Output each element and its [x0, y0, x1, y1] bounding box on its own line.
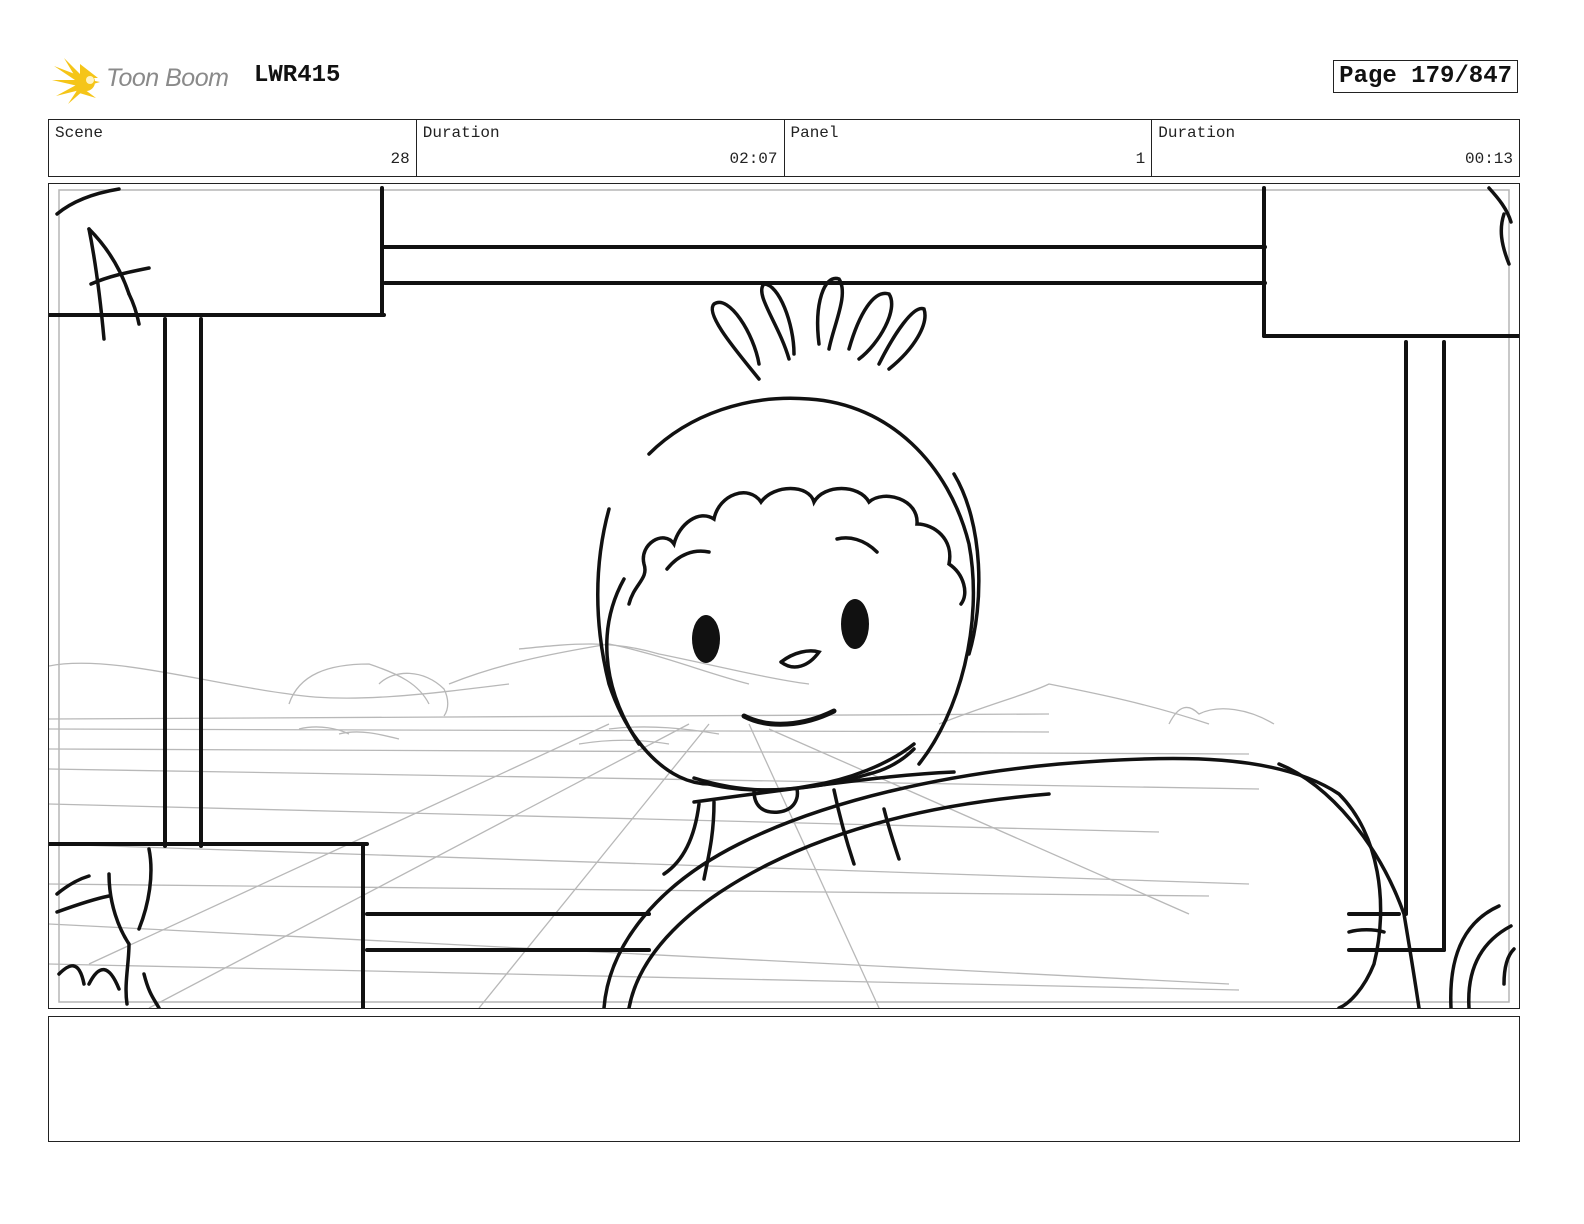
scene-cell: Scene 28: [49, 120, 417, 176]
brand-name: Toon Boom: [106, 64, 229, 92]
window-frame-architecture: [49, 186, 1519, 1008]
safe-frame: [58, 189, 1510, 1003]
panel-duration-cell: Duration 00:13: [1152, 120, 1519, 176]
panel-duration-label: Duration: [1158, 124, 1236, 142]
panel-label: Panel: [790, 124, 839, 142]
scene-duration-label: Duration: [422, 124, 500, 142]
starburst-logo-icon: [52, 58, 100, 104]
scene-value: 28: [390, 150, 410, 168]
character-eyes: [692, 599, 869, 663]
scene-label: Scene: [55, 124, 104, 142]
panel-sketch: [49, 186, 1519, 1008]
storyboard-panel: [48, 183, 1520, 1009]
panel-duration-value: 00:13: [1464, 150, 1513, 168]
panel-value: 1: [1135, 150, 1146, 168]
panel-notes-box: [48, 1016, 1520, 1142]
page-indicator: Page 179/847: [1333, 60, 1518, 93]
panel-cell: Panel 1: [785, 120, 1153, 176]
project-title: LWR415: [254, 62, 341, 89]
background-floor-grid: [49, 643, 1275, 1008]
scene-info-row: Scene 28 Duration 02:07 Panel 1 Duration…: [48, 119, 1520, 177]
scene-duration-cell: Duration 02:07: [417, 120, 785, 176]
page-header: Toon Boom LWR415 Page 179/847: [48, 54, 1520, 108]
toon-boom-logo: Toon Boom: [50, 56, 240, 106]
character-sketch: [596, 276, 1421, 1008]
scene-duration-value: 02:07: [729, 150, 778, 168]
